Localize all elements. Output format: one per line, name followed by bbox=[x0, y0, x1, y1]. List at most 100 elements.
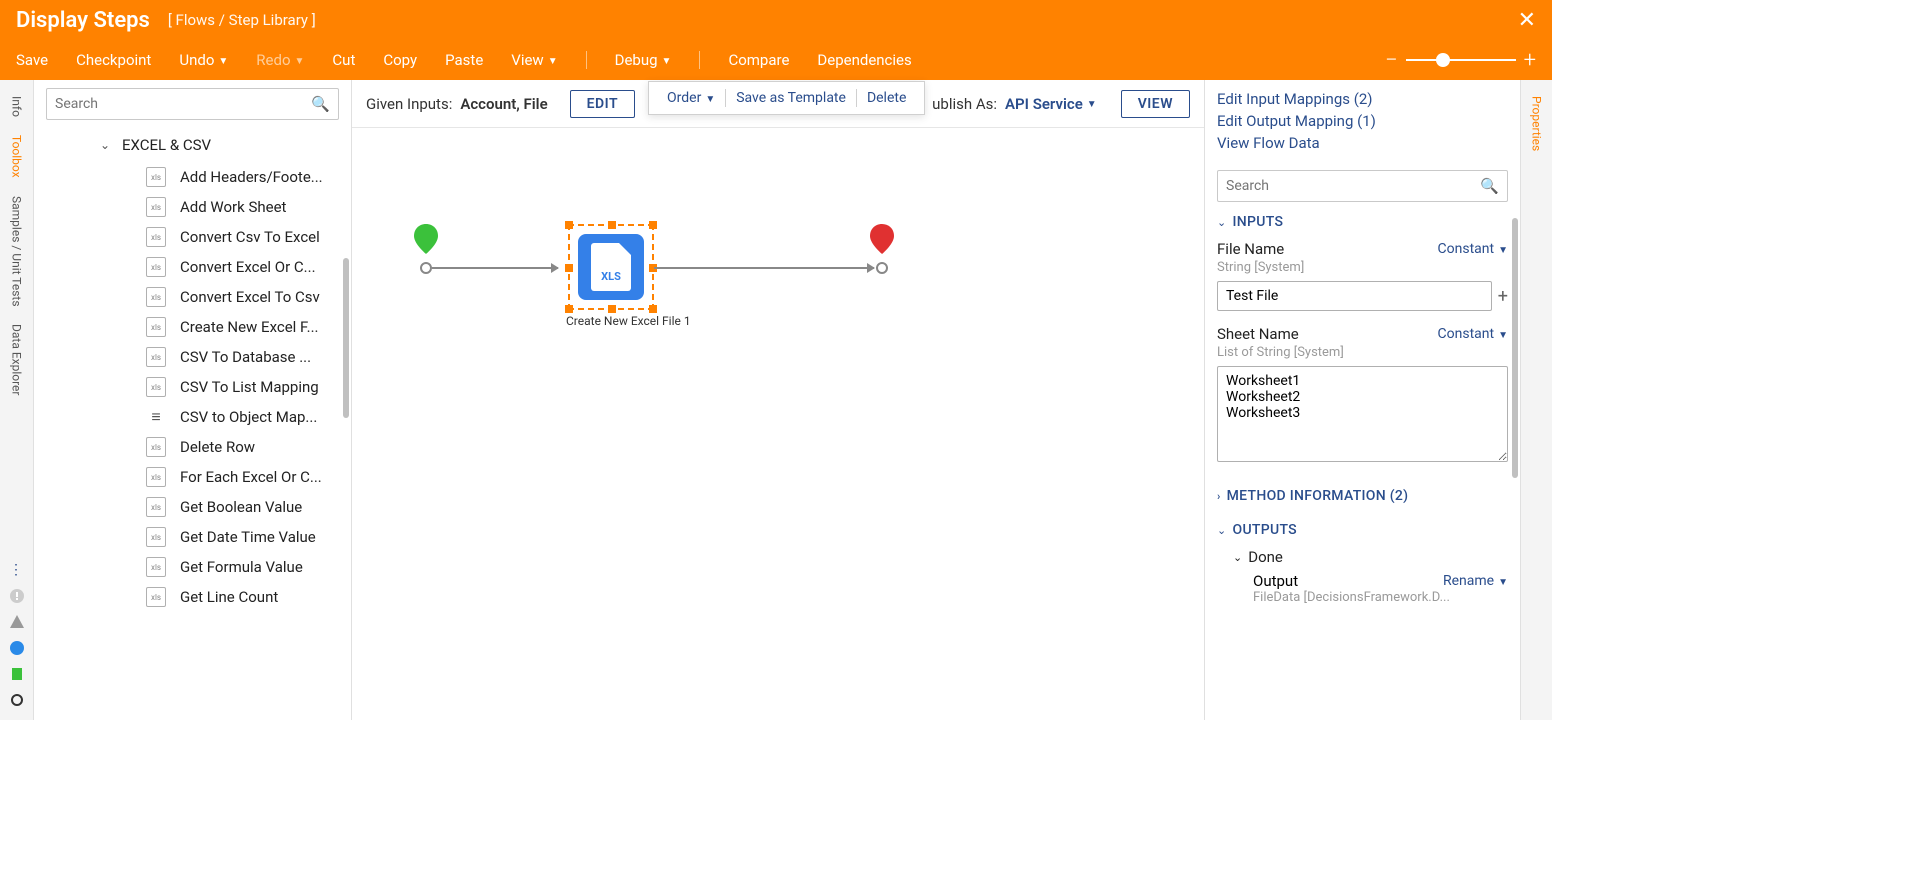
edit-inputs-button[interactable]: EDIT bbox=[570, 90, 635, 118]
toolbox-item-label: Convert Excel To Csv bbox=[180, 288, 320, 306]
section-outputs[interactable]: ⌄ OUTPUTS bbox=[1205, 510, 1520, 544]
chevron-down-icon: ▼ bbox=[1087, 99, 1097, 110]
sheet-name-mapping[interactable]: Constant ▼ bbox=[1438, 325, 1508, 343]
ctx-save-template[interactable]: Save as Template bbox=[728, 88, 854, 108]
close-icon[interactable]: ✕ bbox=[1518, 8, 1536, 33]
cut-button[interactable]: Cut bbox=[332, 51, 355, 69]
toolbox-category[interactable]: ⌄ EXCEL & CSV bbox=[44, 128, 351, 162]
end-pin-icon bbox=[870, 224, 894, 254]
chevron-down-icon: ⌄ bbox=[1233, 551, 1242, 564]
selection-handle[interactable] bbox=[608, 305, 616, 313]
file-name-mapping[interactable]: Constant ▼ bbox=[1438, 240, 1508, 258]
debug-button[interactable]: Debug▼ bbox=[615, 51, 672, 69]
zoom-in-button[interactable]: + bbox=[1524, 48, 1536, 73]
selection-handle[interactable] bbox=[649, 221, 657, 229]
add-file-name-button[interactable]: + bbox=[1498, 286, 1508, 307]
toolbox-item[interactable]: xlsGet Date Time Value bbox=[44, 522, 351, 552]
publish-as-select[interactable]: API Service ▼ bbox=[1005, 95, 1097, 113]
start-pin-icon bbox=[414, 224, 438, 254]
warning-icon[interactable] bbox=[9, 614, 25, 630]
edit-input-mappings-link[interactable]: Edit Input Mappings (2) bbox=[1217, 90, 1508, 108]
toolbox-item[interactable]: xlsConvert Excel Or C... bbox=[44, 252, 351, 282]
file-name-mapping-label: Constant bbox=[1438, 241, 1495, 257]
chevron-down-icon: ▼ bbox=[1498, 577, 1508, 588]
toolbox-item[interactable]: xlsCSV To Database ... bbox=[44, 342, 351, 372]
section-inputs[interactable]: ⌄ INPUTS bbox=[1205, 202, 1520, 236]
ctx-order[interactable]: Order ▼ bbox=[659, 88, 723, 108]
toolbox-item[interactable]: xlsFor Each Excel Or C... bbox=[44, 462, 351, 492]
output-done-group[interactable]: ⌄ Done bbox=[1233, 548, 1508, 566]
gear-icon[interactable] bbox=[9, 692, 25, 708]
toolbox-item[interactable]: ≡CSV to Object Map... bbox=[44, 402, 351, 432]
alert-icon[interactable] bbox=[9, 588, 25, 604]
zoom-out-button[interactable]: − bbox=[1385, 48, 1398, 73]
start-connector[interactable] bbox=[420, 262, 432, 274]
toolbox-item[interactable]: xlsCreate New Excel F... bbox=[44, 312, 351, 342]
ctx-delete[interactable]: Delete bbox=[859, 88, 914, 108]
selection-handle[interactable] bbox=[565, 305, 573, 313]
section-method-info[interactable]: › METHOD INFORMATION (2) bbox=[1205, 476, 1520, 510]
selection-handle[interactable] bbox=[649, 305, 657, 313]
scrollbar[interactable] bbox=[1512, 218, 1518, 478]
properties-search[interactable]: 🔍 bbox=[1217, 170, 1508, 202]
tab-toolbox[interactable]: Toolbox bbox=[6, 129, 28, 184]
zoom-thumb[interactable] bbox=[1436, 53, 1450, 67]
chevron-down-icon: ▼ bbox=[1498, 330, 1508, 341]
zoom-slider[interactable] bbox=[1406, 59, 1516, 61]
selection-handle[interactable] bbox=[565, 221, 573, 229]
copy-button[interactable]: Copy bbox=[383, 51, 417, 69]
sheet-name-input[interactable] bbox=[1217, 366, 1508, 462]
toolbox-item[interactable]: xlsConvert Excel To Csv bbox=[44, 282, 351, 312]
redo-button[interactable]: Redo▼ bbox=[256, 51, 304, 69]
chat-icon[interactable] bbox=[9, 640, 25, 656]
output-rename-link[interactable]: Rename ▼ bbox=[1443, 572, 1508, 590]
toolbox-item-label: CSV To List Mapping bbox=[180, 378, 319, 396]
tool-file-icon: xls bbox=[146, 527, 166, 547]
toolbox-item-label: Create New Excel F... bbox=[180, 318, 319, 336]
view-button[interactable]: View▼ bbox=[511, 51, 557, 69]
edit-output-mapping-link[interactable]: Edit Output Mapping (1) bbox=[1217, 112, 1508, 130]
more-icon[interactable]: ⋮ bbox=[9, 562, 24, 578]
toolbox-item[interactable]: xlsGet Formula Value bbox=[44, 552, 351, 582]
output-done-label: Done bbox=[1248, 548, 1283, 566]
view-flow-data-link[interactable]: View Flow Data bbox=[1217, 134, 1508, 152]
selection-handle[interactable] bbox=[565, 264, 573, 272]
tab-samples[interactable]: Samples / Unit Tests bbox=[6, 190, 28, 313]
document-icon[interactable] bbox=[9, 666, 25, 682]
toolbox-item[interactable]: xlsDelete Row bbox=[44, 432, 351, 462]
toolbox-search[interactable]: 🔍 bbox=[46, 88, 339, 120]
end-connector[interactable] bbox=[876, 262, 888, 274]
file-name-input[interactable] bbox=[1217, 281, 1492, 311]
toolbox-item[interactable]: xlsAdd Work Sheet bbox=[44, 192, 351, 222]
dependencies-button[interactable]: Dependencies bbox=[817, 51, 911, 69]
tab-properties[interactable]: Properties bbox=[1526, 90, 1548, 157]
tab-data-explorer[interactable]: Data Explorer bbox=[6, 318, 28, 402]
tab-info[interactable]: Info bbox=[6, 90, 28, 123]
tool-file-icon: xls bbox=[146, 557, 166, 577]
toolbox-item[interactable]: xlsGet Line Count bbox=[44, 582, 351, 612]
compare-button[interactable]: Compare bbox=[728, 51, 789, 69]
view-label: View bbox=[511, 51, 543, 69]
toolbox-item[interactable]: xlsConvert Csv To Excel bbox=[44, 222, 351, 252]
toolbox-item[interactable]: xlsAdd Headers/Foote... bbox=[44, 162, 351, 192]
view-button[interactable]: VIEW bbox=[1121, 90, 1190, 118]
toolbox-search-input[interactable] bbox=[55, 96, 311, 112]
properties-search-input[interactable] bbox=[1226, 178, 1480, 194]
toolbox-item[interactable]: xlsGet Boolean Value bbox=[44, 492, 351, 522]
selection-handle[interactable] bbox=[608, 221, 616, 229]
menu-divider bbox=[725, 89, 726, 107]
flow-step-node[interactable]: XLS Create New Excel File 1 bbox=[566, 224, 656, 328]
tool-file-icon: xls bbox=[146, 167, 166, 187]
paste-button[interactable]: Paste bbox=[445, 51, 483, 69]
flow-start-node[interactable] bbox=[414, 224, 438, 258]
step-label: Create New Excel File 1 bbox=[566, 314, 656, 328]
scrollbar[interactable] bbox=[343, 258, 349, 418]
checkpoint-button[interactable]: Checkpoint bbox=[76, 51, 151, 69]
toolbox-item[interactable]: xlsCSV To List Mapping bbox=[44, 372, 351, 402]
debug-label: Debug bbox=[615, 51, 658, 69]
flow-end-node[interactable] bbox=[870, 224, 894, 258]
undo-button[interactable]: Undo▼ bbox=[179, 51, 228, 69]
file-name-type: String [System] bbox=[1217, 260, 1508, 275]
save-button[interactable]: Save bbox=[16, 51, 48, 69]
search-icon: 🔍 bbox=[311, 95, 330, 113]
